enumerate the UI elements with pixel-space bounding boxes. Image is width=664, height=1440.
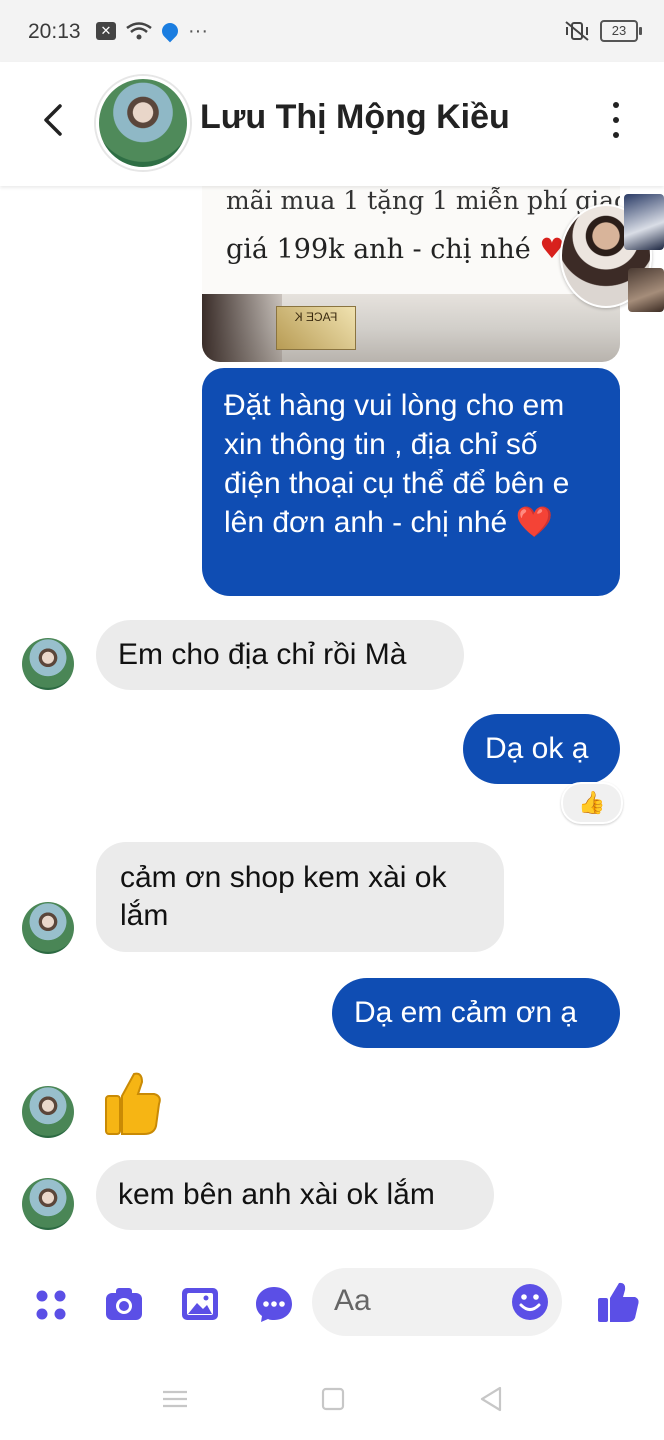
sender-avatar[interactable] [22,902,74,954]
gallery-icon[interactable] [180,1284,220,1324]
heart-emoji: ❤️ [515,506,553,539]
input-placeholder: Aa [334,1284,371,1317]
emoji-icon[interactable] [510,1282,550,1322]
back-icon[interactable] [476,1384,506,1414]
image-shadow [202,294,282,362]
battery-icon: 23 [600,20,642,42]
seen-avatar-small [628,268,664,312]
incoming-message[interactable]: Em cho địa chỉ rồi Mà [96,620,464,690]
vibrate-icon [565,21,589,41]
product-box: FACE K [276,306,356,350]
home-icon[interactable] [318,1384,348,1414]
outgoing-message[interactable]: Đặt hàng vui lòng cho em xin thông tin ,… [202,368,620,596]
image-caption-line2: giá 199k anh - chị nhé ♥ [226,232,565,265]
image-message[interactable]: mãi mua 1 tặng 1 miễn phí giao hàng giá … [202,186,620,362]
more-dots-icon: ··· [188,20,208,42]
thumbs-up-reaction-icon[interactable]: 👍 [561,782,623,824]
status-bar: 20:13 ✕ ··· 23 [0,0,664,62]
contact-name[interactable]: Lưu Thị Mộng Kiều [200,98,510,137]
sender-avatar[interactable] [22,638,74,690]
sender-avatar[interactable] [22,1178,74,1230]
chevron-left-icon[interactable] [38,100,72,140]
thumbs-up-emoji[interactable] [102,1070,162,1136]
wifi-icon [126,22,152,40]
vertical-dots-icon[interactable] [608,102,624,138]
sender-avatar[interactable] [22,1086,74,1138]
recent-apps-icon[interactable] [160,1384,190,1414]
conversation-header: Lưu Thị Mộng Kiều [0,62,664,186]
messenger-drop-icon [158,19,182,43]
seen-avatar-small [624,194,664,250]
message-composer: Aa [0,1262,664,1342]
outgoing-message[interactable]: Dạ em cảm ơn ạ [332,978,620,1048]
outgoing-message[interactable]: Dạ ok ạ [463,714,620,784]
incoming-message[interactable]: kem bên anh xài ok lắm [96,1160,494,1230]
incoming-message[interactable]: cảm ơn shop kem xài ok lắm [96,842,504,952]
notification-icon: ✕ [96,22,116,40]
contact-avatar[interactable] [96,76,190,170]
chat-bubble-icon[interactable] [254,1284,294,1324]
seen-avatars [560,194,664,318]
menu-dots-icon[interactable] [32,1284,72,1324]
image-text-area: mãi mua 1 tặng 1 miễn phí giao hàng giá … [202,186,620,306]
system-navigation-bar [0,1360,664,1440]
camera-icon[interactable] [104,1284,144,1324]
like-icon[interactable] [596,1280,640,1324]
status-time: 20:13 [28,20,81,43]
message-input[interactable]: Aa [312,1268,562,1336]
